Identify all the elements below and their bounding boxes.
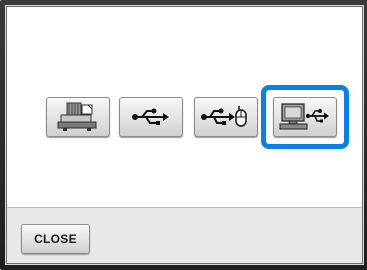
close-button[interactable]: CLOSE <box>21 224 90 254</box>
usb-mouse-port-icon <box>201 106 247 127</box>
dialog-footer: CLOSE <box>7 207 362 263</box>
embroidery-machine-memory-icon <box>57 102 97 131</box>
usb-media-button[interactable] <box>119 97 183 137</box>
usb-port-button[interactable] <box>194 97 258 137</box>
computer-usb-button[interactable] <box>273 97 337 137</box>
machine-memory-button[interactable] <box>46 97 110 137</box>
computer-usb-icon <box>279 103 329 130</box>
storage-select-dialog: CLOSE <box>0 0 367 270</box>
usb-icon <box>132 108 169 125</box>
